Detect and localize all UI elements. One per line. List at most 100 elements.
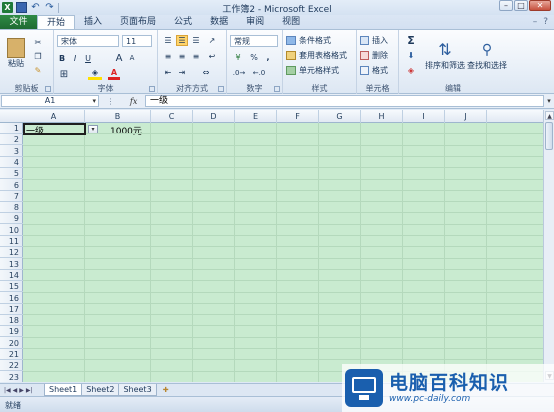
insert-cells-button[interactable]: 插入 bbox=[360, 34, 398, 46]
expand-formula-icon[interactable]: ▾ bbox=[544, 97, 554, 105]
column-header[interactable]: G bbox=[319, 110, 361, 123]
tab-data[interactable]: 数据 bbox=[201, 15, 237, 29]
name-box[interactable]: A1 ▾ bbox=[1, 95, 99, 107]
format-table-button[interactable]: 套用表格格式 bbox=[286, 49, 356, 61]
align-left-icon[interactable]: ≡ bbox=[162, 51, 174, 62]
column-header[interactable]: B bbox=[85, 110, 151, 123]
format-cells-button[interactable]: 格式 bbox=[360, 64, 398, 76]
column-header[interactable]: F bbox=[277, 110, 319, 123]
row-header[interactable]: 11 bbox=[0, 236, 23, 247]
find-select-button[interactable]: ⚲ 查找和选择 bbox=[467, 33, 507, 77]
number-format-select[interactable]: 常规 bbox=[230, 35, 278, 47]
currency-icon[interactable]: ¥ bbox=[231, 52, 245, 63]
row-header[interactable]: 23 bbox=[0, 372, 23, 382]
row-header[interactable]: 20 bbox=[0, 338, 23, 349]
column-header[interactable]: C bbox=[151, 110, 193, 123]
fill-icon[interactable]: ⬇ bbox=[404, 49, 418, 61]
last-sheet-icon[interactable]: ▶| bbox=[26, 387, 33, 394]
tab-formulas[interactable]: 公式 bbox=[165, 15, 201, 29]
column-header[interactable]: I bbox=[403, 110, 445, 123]
sheet-tab-3[interactable]: Sheet3 bbox=[118, 384, 157, 396]
column-header[interactable]: J bbox=[445, 110, 487, 123]
help-icon[interactable]: ? bbox=[543, 17, 548, 27]
sort-filter-button[interactable]: ⇅ 排序和筛选 bbox=[425, 33, 465, 77]
tab-review[interactable]: 审阅 bbox=[237, 15, 273, 29]
row-header[interactable]: 5 bbox=[0, 168, 23, 180]
first-sheet-icon[interactable]: |◀ bbox=[4, 387, 11, 394]
restore-button[interactable]: □ bbox=[514, 0, 528, 11]
close-button[interactable]: ✕ bbox=[529, 0, 551, 11]
row-header[interactable]: 1 bbox=[0, 123, 23, 134]
percent-button[interactable]: % bbox=[249, 52, 259, 63]
increase-decimal-icon[interactable]: .0→ bbox=[231, 67, 247, 78]
tab-home[interactable]: 开始 bbox=[37, 15, 76, 29]
delete-cells-button[interactable]: 删除 bbox=[360, 49, 398, 61]
row-header[interactable]: 13 bbox=[0, 259, 23, 270]
column-header[interactable]: D bbox=[193, 110, 235, 123]
row-header[interactable]: 16 bbox=[0, 293, 23, 304]
row-header[interactable]: 6 bbox=[0, 180, 23, 191]
autosum-button[interactable]: Σ bbox=[404, 34, 418, 47]
row-header[interactable]: 7 bbox=[0, 191, 23, 202]
tab-insert[interactable]: 插入 bbox=[75, 15, 111, 29]
vertical-scrollbar[interactable]: ▲ ▼ bbox=[543, 110, 554, 382]
font-name-select[interactable]: 宋体 bbox=[57, 35, 119, 47]
prev-sheet-icon[interactable]: ◀ bbox=[13, 387, 18, 394]
worksheet-grid[interactable]: ABCDEFGHIJ 1 2 3 4 5 6 7 8 9 10 11 12 13 14 15 16 17 18 19… bbox=[0, 110, 543, 382]
number-launcher-icon[interactable] bbox=[274, 86, 280, 92]
row-header[interactable]: 21 bbox=[0, 349, 23, 360]
align-top-icon[interactable]: ☰ bbox=[162, 35, 174, 46]
italic-button[interactable]: I bbox=[70, 52, 80, 64]
row-header[interactable]: 22 bbox=[0, 360, 23, 372]
column-header[interactable]: A bbox=[23, 110, 85, 123]
column-header[interactable]: H bbox=[361, 110, 403, 123]
row-header[interactable]: 10 bbox=[0, 225, 23, 236]
align-bottom-icon[interactable]: ☰ bbox=[190, 35, 202, 46]
cell-b1[interactable]: 1000元 bbox=[110, 124, 142, 137]
row-header[interactable]: 19 bbox=[0, 326, 23, 338]
ribbon-minimize-icon[interactable]: – bbox=[533, 17, 538, 27]
row-header[interactable]: 17 bbox=[0, 304, 23, 315]
decrease-decimal-icon[interactable]: ←.0 bbox=[251, 67, 267, 78]
clipboard-launcher-icon[interactable] bbox=[45, 86, 51, 92]
row-header[interactable]: 2 bbox=[0, 134, 23, 146]
scroll-thumb[interactable] bbox=[545, 122, 553, 150]
paste-button[interactable]: 粘贴 bbox=[4, 34, 28, 72]
orientation-icon[interactable]: ↗ bbox=[206, 35, 218, 46]
comma-button[interactable]: , bbox=[263, 52, 273, 63]
alignment-launcher-icon[interactable] bbox=[218, 86, 224, 92]
tab-file[interactable]: 文件 bbox=[0, 15, 37, 29]
cut-icon[interactable]: ✂ bbox=[32, 36, 44, 48]
shrink-font-button[interactable]: A bbox=[127, 52, 137, 64]
conditional-format-button[interactable]: 条件格式 bbox=[286, 34, 356, 46]
row-header[interactable]: 14 bbox=[0, 270, 23, 281]
fill-color-icon[interactable]: ◈ bbox=[88, 68, 102, 80]
column-header[interactable]: E bbox=[235, 110, 277, 123]
row-header[interactable]: 3 bbox=[0, 146, 23, 157]
chevron-down-icon[interactable]: ▾ bbox=[92, 96, 96, 106]
clear-icon[interactable]: ◈ bbox=[404, 64, 418, 76]
insert-function-button[interactable]: fx bbox=[130, 97, 137, 106]
next-sheet-icon[interactable]: ▶ bbox=[19, 387, 24, 394]
tab-view[interactable]: 视图 bbox=[273, 15, 309, 29]
formula-input[interactable]: 一级 bbox=[145, 95, 544, 107]
sheet-tab-2[interactable]: Sheet2 bbox=[81, 384, 120, 396]
decrease-indent-icon[interactable]: ⇤ bbox=[162, 67, 174, 78]
font-size-select[interactable]: 11 bbox=[122, 35, 152, 47]
font-launcher-icon[interactable] bbox=[149, 86, 155, 92]
minimize-button[interactable]: – bbox=[499, 0, 513, 11]
row-header[interactable]: 18 bbox=[0, 315, 23, 327]
format-painter-icon[interactable]: ✎ bbox=[32, 64, 44, 76]
font-color-button[interactable]: A bbox=[108, 68, 120, 80]
formula-resize-icon[interactable]: ⋮ bbox=[107, 97, 115, 106]
tab-page-layout[interactable]: 页面布局 bbox=[111, 15, 165, 29]
cell-styles-button[interactable]: 单元格样式 bbox=[286, 64, 356, 76]
row-header[interactable]: 12 bbox=[0, 247, 23, 259]
underline-button[interactable]: U bbox=[83, 52, 93, 64]
align-middle-icon[interactable]: ☰ bbox=[176, 35, 188, 46]
copy-icon[interactable]: ❐ bbox=[32, 50, 44, 62]
align-right-icon[interactable]: ≡ bbox=[190, 51, 202, 62]
sheet-tab-1[interactable]: Sheet1 bbox=[44, 384, 83, 396]
scroll-up-icon[interactable]: ▲ bbox=[545, 111, 554, 120]
merge-center-icon[interactable]: ⇔ bbox=[198, 67, 214, 78]
